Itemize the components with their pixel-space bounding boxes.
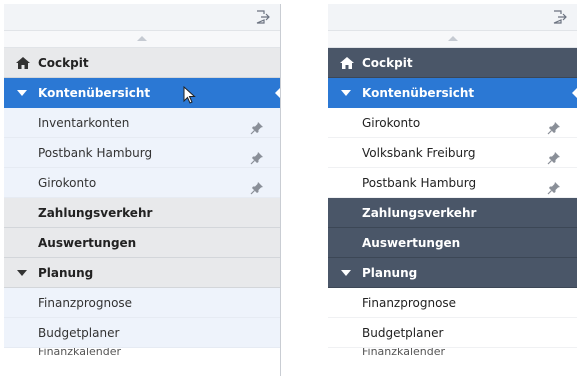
pin-icon[interactable] xyxy=(547,176,561,195)
home-icon xyxy=(16,48,30,78)
triangle-down-icon xyxy=(16,78,30,108)
account-item[interactable]: Girokonto xyxy=(328,108,577,138)
nav-item-label: Zahlungsverkehr xyxy=(38,206,153,220)
account-item[interactable]: Inventarkonten xyxy=(4,108,280,138)
nav-item-planung[interactable]: Planung xyxy=(328,258,577,288)
planung-label: Finanzprognose xyxy=(38,296,133,310)
nav-item-zahlungsverkehr[interactable]: Zahlungsverkehr xyxy=(328,198,577,228)
navigation-panel-dark: Cockpit Kontenübersicht Girokonto Volksb… xyxy=(328,4,577,376)
planung-item[interactable]: Finanzprognose xyxy=(328,288,577,318)
account-label: Girokonto xyxy=(38,176,97,190)
pin-icon[interactable] xyxy=(250,176,264,195)
partial-label: Finanzkalender xyxy=(362,348,446,358)
triangle-up-icon xyxy=(447,36,458,41)
planung-item[interactable]: Budgetplaner xyxy=(4,318,280,348)
partial-list-item[interactable]: Finanzkalender xyxy=(328,348,577,368)
nav-item-label: Cockpit xyxy=(362,56,413,70)
nav-item-auswertungen[interactable]: Auswertungen xyxy=(4,228,280,258)
account-label: Volksbank Freiburg xyxy=(362,146,476,160)
pin-icon[interactable] xyxy=(547,146,561,165)
account-item[interactable]: Volksbank Freiburg xyxy=(328,138,577,168)
nav-item-planung[interactable]: Planung xyxy=(4,258,280,288)
nav-item-label: Auswertungen xyxy=(362,236,461,250)
nav-item-label: Cockpit xyxy=(38,56,89,70)
nav-item-label: Auswertungen xyxy=(38,236,137,250)
triangle-down-icon xyxy=(340,78,354,108)
nav-item-auswertungen[interactable]: Auswertungen xyxy=(328,228,577,258)
planung-label: Finanzprognose xyxy=(362,296,457,310)
mouse-pointer-icon xyxy=(183,85,197,107)
scroll-up-button[interactable] xyxy=(328,30,577,48)
account-label: Girokonto xyxy=(362,116,421,130)
exit-icon[interactable] xyxy=(256,10,270,24)
scroll-up-button[interactable] xyxy=(4,30,280,48)
partial-label: Finanzkalender xyxy=(38,348,122,358)
nav-item-label: Zahlungsverkehr xyxy=(362,206,477,220)
account-item[interactable]: Girokonto xyxy=(4,168,280,198)
nav-item-cockpit[interactable]: Cockpit xyxy=(4,48,280,78)
nav-item-zahlungsverkehr[interactable]: Zahlungsverkehr xyxy=(4,198,280,228)
panel-header xyxy=(328,4,577,30)
selection-notch xyxy=(572,87,577,99)
triangle-down-icon xyxy=(340,258,354,288)
planung-label: Budgetplaner xyxy=(362,326,444,340)
nav-item-kontenuebersicht[interactable]: Kontenübersicht xyxy=(328,78,577,108)
account-label: Inventarkonten xyxy=(38,116,130,130)
pin-icon[interactable] xyxy=(250,116,264,135)
home-icon xyxy=(340,48,354,78)
nav-item-label: Planung xyxy=(38,266,94,280)
planung-item[interactable]: Budgetplaner xyxy=(328,318,577,348)
account-label: Postbank Hamburg xyxy=(362,176,477,190)
triangle-up-icon xyxy=(137,36,147,41)
nav-item-cockpit[interactable]: Cockpit xyxy=(328,48,577,78)
pin-icon[interactable] xyxy=(547,116,561,135)
exit-icon[interactable] xyxy=(553,10,567,24)
selection-notch xyxy=(275,87,280,99)
planung-item[interactable]: Finanzprognose xyxy=(4,288,280,318)
nav-item-kontenuebersicht[interactable]: Kontenübersicht xyxy=(4,78,280,108)
partial-list-item[interactable]: Finanzkalender xyxy=(4,348,280,368)
account-item[interactable]: Postbank Hamburg xyxy=(4,138,280,168)
nav-item-label: Kontenübersicht xyxy=(38,86,151,100)
planung-label: Budgetplaner xyxy=(38,326,120,340)
triangle-down-icon xyxy=(16,258,30,288)
nav-item-label: Planung xyxy=(362,266,418,280)
account-item[interactable]: Postbank Hamburg xyxy=(328,168,577,198)
navigation-panel-light: Cockpit Kontenübersicht Inventarkonten P… xyxy=(4,4,281,376)
account-label: Postbank Hamburg xyxy=(38,146,153,160)
pin-icon[interactable] xyxy=(250,146,264,165)
nav-item-label: Kontenübersicht xyxy=(362,86,475,100)
panel-header xyxy=(4,4,280,30)
